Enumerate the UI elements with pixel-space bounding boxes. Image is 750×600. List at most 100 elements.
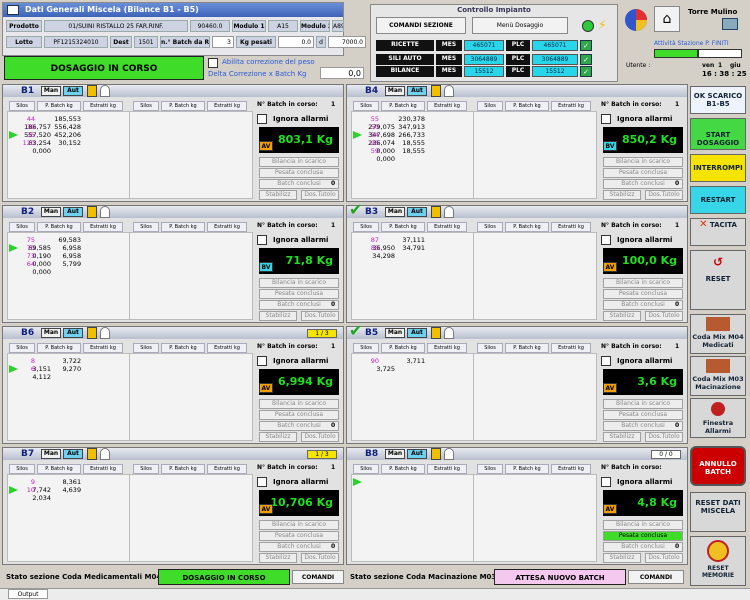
sync-ok-icon[interactable]: ✓ (580, 66, 592, 77)
aut-button[interactable]: Aut (407, 86, 427, 96)
bilancia-in-scarico-button[interactable]: Bilancia in scarico (603, 157, 683, 167)
abilita-correzione-label: Abilita correzione del peso (222, 58, 315, 66)
reset-button[interactable]: ↺ RESET (690, 250, 746, 310)
pbatch-value: 185,553 (54, 115, 82, 123)
stabilizz-button[interactable]: Stabilizz (603, 190, 641, 200)
comandi-mac-button[interactable]: COMANDI (628, 570, 684, 584)
ctrl-row-plc: PLC (506, 40, 530, 51)
stabilizz-button[interactable]: Stabilizz (259, 311, 297, 321)
ignora-allarmi-checkbox[interactable] (601, 235, 611, 245)
comandi-med-button[interactable]: COMANDI (292, 570, 344, 584)
dos-tutolo-button[interactable]: Dos.Tutolo (301, 432, 339, 442)
nbatch-value[interactable]: 3 (212, 36, 234, 48)
stabilizz-button[interactable]: Stabilizz (603, 432, 641, 442)
sync-ok-icon[interactable]: ✓ (580, 54, 592, 65)
man-button[interactable]: Man (41, 449, 61, 459)
finestra-allarmi-button[interactable]: Finestra Allarmi (690, 398, 746, 438)
pesata-conclusa-button[interactable]: Pesata conclusa (259, 531, 339, 541)
ignora-allarmi-checkbox[interactable] (601, 114, 611, 124)
man-button[interactable]: Man (41, 328, 61, 338)
bilancia-in-scarico-button[interactable]: Bilancia in scarico (259, 278, 339, 288)
ok-scarico-label: OK SCARICO B1-B5 (693, 92, 743, 108)
aut-button[interactable]: Aut (407, 207, 427, 217)
table-divider (129, 353, 130, 441)
chart-icon[interactable] (622, 6, 652, 34)
annullo-batch-button[interactable]: ANNULLO BATCH (690, 446, 746, 486)
aut-button[interactable]: Aut (63, 207, 83, 217)
stabilizz-button[interactable]: Stabilizz (259, 190, 297, 200)
col-estratti-2: Estratti kg (551, 343, 591, 353)
abilita-correzione-checkbox[interactable] (208, 58, 218, 68)
dos-tutolo-button[interactable]: Dos.Tutolo (645, 311, 683, 321)
pesata-conclusa-button[interactable]: Pesata conclusa (259, 410, 339, 420)
menu-dosaggio-button[interactable]: Menù Dosaggio (472, 17, 568, 34)
stabilizz-button[interactable]: Stabilizz (603, 311, 641, 321)
ignora-allarmi-checkbox[interactable] (257, 114, 267, 124)
silos-id: 59 (370, 147, 379, 155)
pesata-conclusa-button[interactable]: Pesata conclusa (603, 168, 683, 178)
batch-conclusi-button[interactable]: Batch conclusi (603, 421, 683, 431)
ignora-allarmi-checkbox[interactable] (601, 356, 611, 366)
batch-conclusi-button[interactable]: Batch conclusi (259, 300, 339, 310)
stabilizz-button[interactable]: Stabilizz (259, 432, 297, 442)
ignora-allarmi-checkbox[interactable] (601, 477, 611, 487)
bilancia-in-scarico-button[interactable]: Bilancia in scarico (603, 520, 683, 530)
lock-icon (100, 206, 110, 218)
delta-correzione-input[interactable]: 0,0 (320, 67, 364, 79)
aut-button[interactable]: Aut (407, 449, 427, 459)
ignora-allarmi-checkbox[interactable] (257, 235, 267, 245)
stabilizz-button[interactable]: Stabilizz (603, 553, 641, 563)
batch-conclusi-button[interactable]: Batch conclusi (259, 179, 339, 189)
man-button[interactable]: Man (385, 449, 405, 459)
man-button[interactable]: Man (41, 86, 61, 96)
batch-conclusi-button[interactable]: Batch conclusi (603, 542, 683, 552)
batch-conclusi-button[interactable]: Batch conclusi (259, 421, 339, 431)
aut-button[interactable]: Aut (407, 328, 427, 338)
pesata-conclusa-button[interactable]: Pesata conclusa (603, 410, 683, 420)
reset-memorie-button[interactable]: RESET MEMORIE (690, 536, 746, 586)
ignora-allarmi-checkbox[interactable] (257, 477, 267, 487)
current-silos-arrow-icon (9, 365, 18, 373)
comandi-sezione-button[interactable]: COMANDI SEZIONE (376, 17, 466, 34)
dos-tutolo-button[interactable]: Dos.Tutolo (301, 311, 339, 321)
sync-ok-icon[interactable]: ✓ (580, 40, 592, 51)
pesata-conclusa-button[interactable]: Pesata conclusa (259, 168, 339, 178)
bilancia-in-scarico-button[interactable]: Bilancia in scarico (603, 399, 683, 409)
bilancia-in-scarico-button[interactable]: Bilancia in scarico (259, 157, 339, 167)
bilancia-in-scarico-button[interactable]: Bilancia in scarico (259, 520, 339, 530)
dos-tutolo-button[interactable]: Dos.Tutolo (645, 190, 683, 200)
home-icon[interactable]: ⌂ (654, 6, 680, 32)
man-button[interactable]: Man (41, 207, 61, 217)
start-dosaggio-button[interactable]: START DOSAGGIO (690, 118, 746, 150)
estratti-value: 2,034 (32, 494, 51, 502)
coda-m04-button[interactable]: Coda Mix M04 Medicati (690, 314, 746, 354)
bilancia-in-scarico-button[interactable]: Bilancia in scarico (603, 278, 683, 288)
ok-scarico-button[interactable]: OK SCARICO B1-B5 (690, 86, 746, 114)
dos-tutolo-button[interactable]: Dos.Tutolo (301, 553, 339, 563)
man-button[interactable]: Man (385, 86, 405, 96)
aut-button[interactable]: Aut (63, 449, 83, 459)
man-button[interactable]: Man (385, 207, 405, 217)
aut-button[interactable]: Aut (63, 328, 83, 338)
man-button[interactable]: Man (385, 328, 405, 338)
pesata-conclusa-button[interactable]: Pesata conclusa (603, 531, 683, 541)
silos-row: 83 34,791 34,298 (355, 244, 465, 260)
pesata-conclusa-button[interactable]: Pesata conclusa (259, 289, 339, 299)
bilancia-in-scarico-button[interactable]: Bilancia in scarico (259, 399, 339, 409)
coda-m03-button[interactable]: Coda Mix M03 Macinazione (690, 356, 746, 396)
dos-tutolo-button[interactable]: Dos.Tutolo (301, 190, 339, 200)
pesata-conclusa-button[interactable]: Pesata conclusa (603, 289, 683, 299)
stabilizz-button[interactable]: Stabilizz (259, 553, 297, 563)
ignora-allarmi-checkbox[interactable] (257, 356, 267, 366)
tacita-button[interactable]: ✕ TACITA (690, 218, 746, 246)
dos-tutolo-button[interactable]: Dos.Tutolo (645, 553, 683, 563)
batch-conclusi-button[interactable]: Batch conclusi (259, 542, 339, 552)
dos-tutolo-button[interactable]: Dos.Tutolo (645, 432, 683, 442)
aut-button[interactable]: Aut (63, 86, 83, 96)
restart-button[interactable]: RESTART (690, 186, 746, 214)
reset-dati-miscela-button[interactable]: RESET DATI MISCELA (690, 492, 746, 532)
batch-conclusi-button[interactable]: Batch conclusi (603, 179, 683, 189)
batch-conclusi-button[interactable]: Batch conclusi (603, 300, 683, 310)
interrompi-button[interactable]: INTERROMPI (690, 154, 746, 182)
output-tab[interactable]: Output (8, 589, 48, 599)
